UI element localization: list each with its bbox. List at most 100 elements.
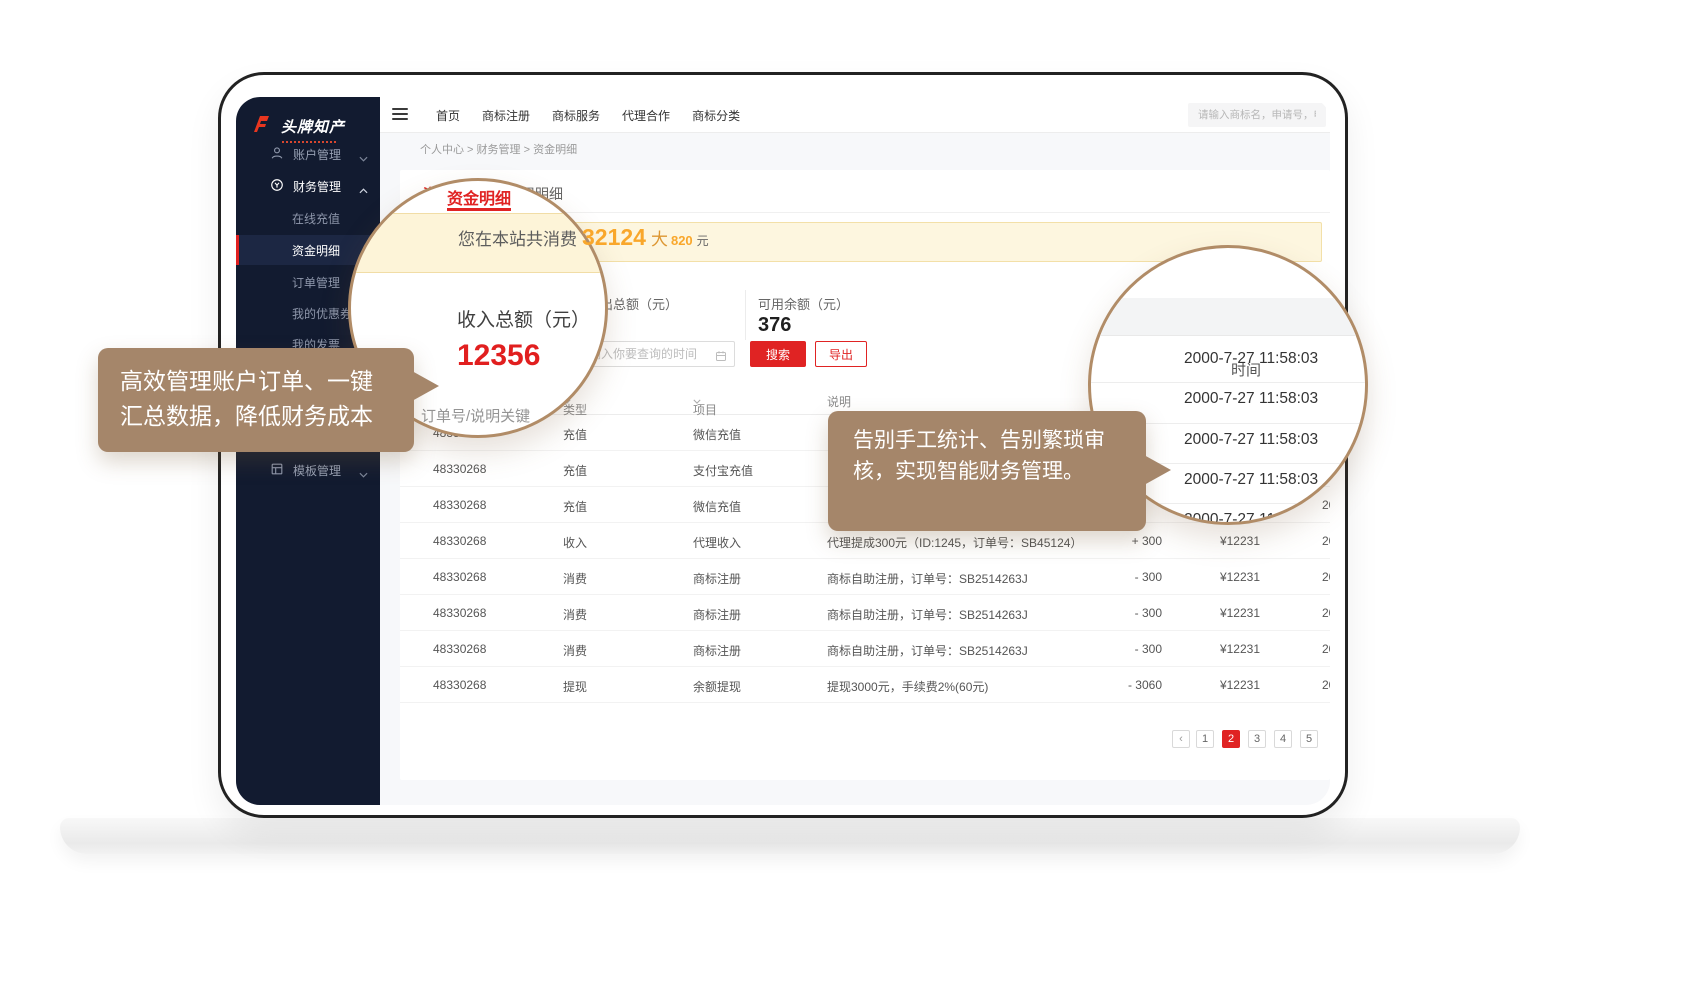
- page: 头牌知产 账户管理: [0, 0, 1696, 1002]
- nav-item-trademark-category[interactable]: 商标分类: [692, 107, 740, 124]
- amount-cell: - 300: [1087, 570, 1162, 584]
- search-button[interactable]: 搜索: [750, 341, 806, 367]
- project-cell: 支付宝充值: [693, 462, 753, 479]
- logo: 头牌知产: [250, 109, 345, 143]
- nav-item-agency[interactable]: 代理合作: [622, 107, 670, 124]
- callout-left: 高效管理账户订单、一键汇总数据，降低财务成本: [98, 348, 414, 452]
- type-cell: 消费: [563, 570, 587, 587]
- magnified-time-value: 2000-7-27 11:58:03: [1184, 471, 1318, 489]
- magnified-income-label: 收入总额（元）: [457, 305, 590, 332]
- project-cell: 商标注册: [693, 642, 741, 659]
- nav-item-trademark-register[interactable]: 商标注册: [482, 107, 530, 124]
- balance-cell: ¥12231: [1185, 606, 1260, 620]
- available-balance-value: 376: [758, 314, 791, 337]
- header-project-sortable[interactable]: 项目: [693, 393, 701, 407]
- nav-item-trademark-service[interactable]: 商标服务: [552, 107, 600, 124]
- chevron-down-icon: [359, 467, 368, 481]
- order-number-cell: 48330268: [433, 498, 486, 512]
- magnified-tab-label: 资金明细: [447, 185, 511, 209]
- divider: [1091, 382, 1368, 383]
- project-cell: 微信充值: [693, 498, 741, 515]
- table-row: 48330268 提现 余额提现 提现3000元，手续费2%(60元) - 30…: [400, 667, 1330, 703]
- search-input[interactable]: [1188, 103, 1326, 127]
- amount-cell: - 300: [1087, 606, 1162, 620]
- top-navbar: 首页 商标注册 商标服务 代理合作 商标分类: [380, 97, 1330, 133]
- nav-item-home[interactable]: 首页: [436, 107, 460, 124]
- balance-cell: ¥12231: [1185, 678, 1260, 692]
- type-cell: 充值: [563, 426, 587, 443]
- breadcrumb: 个人中心 > 财务管理 > 资金明细: [420, 141, 577, 157]
- time-cell: 2000-7-27 11:58:03: [1322, 498, 1330, 512]
- order-number-cell: 48330268: [433, 642, 486, 656]
- sidebar-item-account[interactable]: 账户管理: [236, 139, 380, 169]
- description-cell: 商标自助注册，订单号：SB2514263J: [827, 570, 1028, 587]
- hamburger-menu-icon[interactable]: [392, 108, 408, 122]
- time-cell: 2000-7-27 11:58:03: [1322, 678, 1330, 692]
- calendar-icon: [715, 349, 727, 367]
- header-desc: 说明: [827, 393, 851, 410]
- description-cell: 商标自助注册，订单号：SB2514263J: [827, 606, 1028, 623]
- logo-text: 头牌知产: [281, 116, 345, 137]
- notice-mid: 大: [651, 225, 668, 250]
- finance-icon: [270, 178, 284, 195]
- callout-right: 告别手工统计、告别繁琐审核，实现智能财务管理。: [828, 411, 1146, 531]
- magnified-time-value: 2000-7-27 11:58:03: [1184, 431, 1318, 449]
- page-4-button[interactable]: 4: [1274, 730, 1292, 748]
- magnified-income-value: 12356: [457, 339, 540, 373]
- description-cell: 代理提成300元（ID:1245，订单号：SB45124）: [827, 534, 1082, 551]
- notice-amount-small: 820: [671, 233, 693, 248]
- project-cell: 商标注册: [693, 570, 741, 587]
- description-cell: 提现3000元，手续费2%(60元): [827, 678, 988, 695]
- amount-cell: - 3060: [1087, 678, 1162, 692]
- page-5-button[interactable]: 5: [1300, 730, 1318, 748]
- sidebar-item-label: 账户管理: [293, 146, 341, 163]
- sidebar-item-label: 财务管理: [293, 178, 341, 195]
- sidebar-item-finance[interactable]: 财务管理: [236, 171, 380, 201]
- amount-cell: - 300: [1087, 642, 1162, 656]
- type-cell: 消费: [563, 606, 587, 623]
- sidebar-item-label: 在线充值: [292, 210, 340, 227]
- page-3-button[interactable]: 3: [1248, 730, 1266, 748]
- export-button[interactable]: 导出: [815, 341, 867, 367]
- consumption-notice-text: 您在本站共消费 32124 大 820 元: [458, 224, 709, 251]
- order-number-cell: 48330268: [433, 462, 486, 476]
- order-number-cell: 48330268: [433, 606, 486, 620]
- user-icon: [270, 146, 284, 163]
- sidebar-item-label: 订单管理: [292, 274, 340, 291]
- type-cell: 充值: [563, 498, 587, 515]
- magnified-time-header-band: 时间: [1091, 298, 1368, 336]
- project-cell: 余额提现: [693, 678, 741, 695]
- order-number-cell: 48330268: [433, 534, 486, 548]
- notice-prefix: 您在本站共消费: [458, 225, 577, 250]
- type-cell: 消费: [563, 642, 587, 659]
- table-row: 48330268 消费 商标注册 商标自助注册，订单号：SB2514263J -…: [400, 595, 1330, 631]
- prev-page-button[interactable]: ‹: [1172, 730, 1190, 748]
- pagination: ‹ 1 2 3 4 5: [400, 730, 1330, 752]
- time-cell: 2000-7-27 11:58:03: [1322, 534, 1330, 548]
- amount-cell: + 300: [1087, 534, 1162, 548]
- type-cell: 充值: [563, 462, 587, 479]
- time-cell: 2000-7-27 11:58:03: [1322, 642, 1330, 656]
- balance-cell: ¥12231: [1185, 534, 1260, 548]
- sidebar-item-label: 资金明细: [292, 242, 340, 259]
- magnified-tab-underline: [447, 208, 511, 211]
- notice-amount-big: 32124: [582, 224, 646, 251]
- order-number-cell: 48330268: [433, 570, 486, 584]
- table-row: 48330268 消费 商标注册 商标自助注册，订单号：SB2514263J -…: [400, 559, 1330, 595]
- description-cell: 商标自助注册，订单号：SB2514263J: [827, 642, 1028, 659]
- project-cell: 微信充值: [693, 426, 741, 443]
- sidebar-item-label: 模板管理: [293, 462, 341, 479]
- magnified-table-header: 订单号/说明关键: [421, 405, 530, 426]
- laptop-base: [60, 818, 1520, 854]
- page-2-button[interactable]: 2: [1222, 730, 1240, 748]
- balance-cell: ¥12231: [1185, 642, 1260, 656]
- chevron-down-icon: [359, 151, 368, 165]
- type-cell: 收入: [563, 534, 587, 551]
- sidebar-item-templates[interactable]: 模板管理: [236, 455, 380, 485]
- page-1-button[interactable]: 1: [1196, 730, 1214, 748]
- order-number-cell: 48330268: [433, 678, 486, 692]
- template-icon: [270, 462, 284, 479]
- project-cell: 代理收入: [693, 534, 741, 551]
- chevron-up-icon: [359, 183, 368, 197]
- callout-left-arrow: [412, 371, 439, 401]
